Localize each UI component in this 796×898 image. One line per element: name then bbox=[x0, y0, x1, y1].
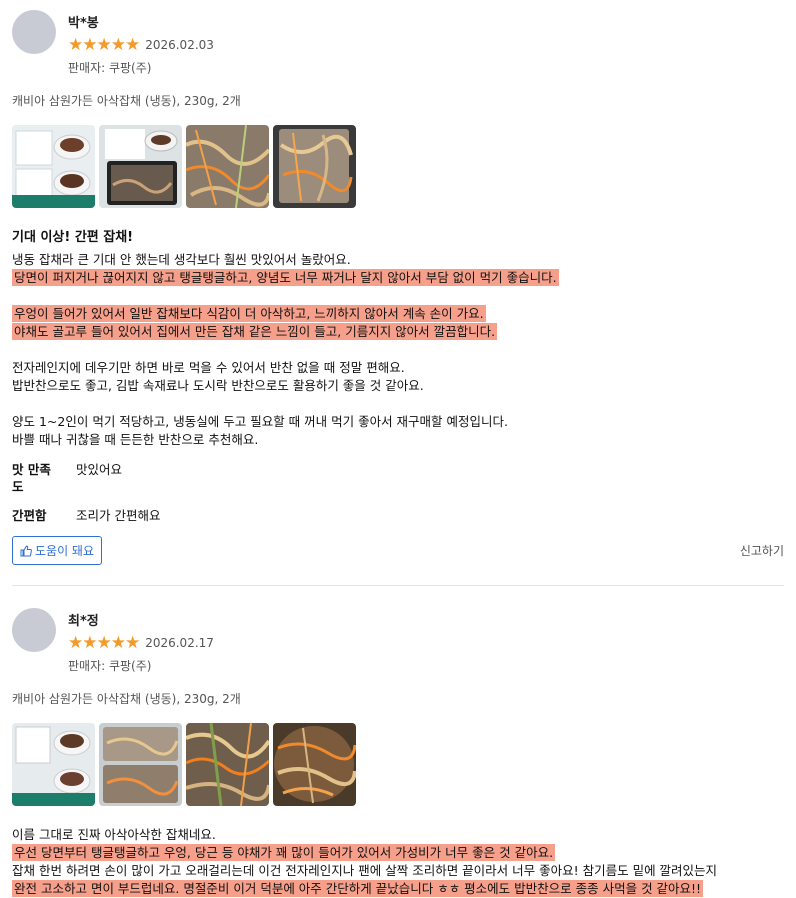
seller-label: 판매자: 쿠팡(주) bbox=[68, 659, 152, 673]
review-line: 전자레인지에 데우기만 하면 바로 먹을 수 있어서 반찬 없을 때 정말 편해… bbox=[12, 360, 405, 375]
attribute-value: 조리가 간편해요 bbox=[76, 508, 161, 523]
review-line-highlighted: 야채도 골고루 들어 있어서 집에서 만든 잡채 같은 느낌이 들고, 기름지지… bbox=[12, 323, 498, 340]
helpful-button[interactable]: 도움이 돼요 bbox=[12, 536, 103, 565]
reviewer-name: 최*정 bbox=[68, 614, 99, 629]
avatar bbox=[12, 608, 56, 652]
review-body: 이름 그대로 진짜 아삭아삭한 잡채네요. 우선 당면부터 탱글탱글하고 우엉,… bbox=[12, 826, 784, 898]
star-rating: ★★★★★ bbox=[68, 633, 140, 653]
review-title: 기대 이상! 간편 잡채! bbox=[12, 230, 134, 245]
review-photo[interactable] bbox=[12, 723, 95, 806]
review-line: 냉동 잡채라 큰 기대 안 했는데 생각보다 훨씬 맛있어서 놀랐어요. bbox=[12, 252, 351, 267]
thumbs-up-icon bbox=[20, 544, 32, 556]
product-option: 캐비아 삼원가든 아삭잡채 (냉동), 230g, 2개 bbox=[12, 94, 241, 108]
reviewer-name: 박*봉 bbox=[68, 16, 99, 31]
attribute-row: 간편함 조리가 간편해요 bbox=[12, 507, 784, 524]
review-line: 바쁠 때나 귀찮을 때 든든한 반찬으로 추천해요. bbox=[12, 432, 259, 447]
helpful-label: 도움이 돼요 bbox=[35, 544, 95, 558]
attribute-row: 맛 만족도 맛있어요 bbox=[12, 461, 784, 495]
review-photo[interactable] bbox=[273, 723, 356, 806]
review-line-highlighted: 완전 고소하고 면이 부드럽네요. 명절준비 이거 덕분에 아주 간단하게 끝났… bbox=[12, 880, 704, 897]
review-header: 최*정 ★★★★★ 2026.02.17 판매자: 쿠팡(주) bbox=[12, 586, 784, 674]
review-photos bbox=[12, 723, 784, 806]
review-body: 냉동 잡채라 큰 기대 안 했는데 생각보다 훨씬 맛있어서 놀랐어요. 당면이… bbox=[12, 251, 784, 449]
report-link[interactable]: 신고하기 bbox=[740, 542, 784, 559]
review-card: 최*정 ★★★★★ 2026.02.17 판매자: 쿠팡(주) 캐비아 삼원가든… bbox=[0, 586, 796, 898]
review-photos bbox=[12, 125, 784, 208]
review-line-highlighted: 우엉이 들어가 있어서 일반 잡채보다 식감이 더 아삭하고, 느끼하지 않아서… bbox=[12, 305, 486, 322]
review-photo[interactable] bbox=[273, 125, 356, 208]
product-option: 캐비아 삼원가든 아삭잡채 (냉동), 230g, 2개 bbox=[12, 692, 241, 706]
review-attributes: 맛 만족도 맛있어요 간편함 조리가 간편해요 bbox=[12, 461, 784, 524]
review-photo[interactable] bbox=[99, 125, 182, 208]
review-photo[interactable] bbox=[12, 125, 95, 208]
review-date: 2026.02.03 bbox=[145, 38, 214, 52]
attribute-key: 간편함 bbox=[12, 508, 47, 523]
review-line-highlighted: 당면이 퍼지거나 끊어지지 않고 탱글탱글하고, 양념도 너무 짜거나 달지 않… bbox=[12, 269, 559, 286]
star-rating: ★★★★★ bbox=[68, 35, 140, 55]
attribute-value: 맛있어요 bbox=[76, 462, 123, 477]
review-card: 박*봉 ★★★★★ 2026.02.03 판매자: 쿠팡(주) 캐비아 삼원가든… bbox=[0, 0, 796, 586]
review-line: 양도 1~2인이 먹기 적당하고, 냉동실에 두고 필요할 때 꺼내 먹기 좋아… bbox=[12, 414, 509, 429]
review-date: 2026.02.17 bbox=[145, 636, 214, 650]
seller-label: 판매자: 쿠팡(주) bbox=[68, 61, 152, 75]
review-line-highlighted: 우선 당면부터 탱글탱글하고 우엉, 당근 등 야채가 꽤 많이 들어가 있어서… bbox=[12, 844, 556, 861]
review-line: 밥반찬으로도 좋고, 김밥 속재료나 도시락 반찬으로도 활용하기 좋을 것 같… bbox=[12, 378, 424, 393]
review-photo[interactable] bbox=[186, 125, 269, 208]
review-header: 박*봉 ★★★★★ 2026.02.03 판매자: 쿠팡(주) bbox=[12, 0, 784, 76]
review-photo[interactable] bbox=[99, 723, 182, 806]
attribute-key: 맛 만족도 bbox=[12, 462, 51, 494]
avatar bbox=[12, 10, 56, 54]
review-photo[interactable] bbox=[186, 723, 269, 806]
review-line: 잡채 한번 하려면 손이 많이 가고 오래걸리는데 이건 전자레인지나 팬에 살… bbox=[12, 863, 718, 878]
review-line: 이름 그대로 진짜 아삭아삭한 잡채네요. bbox=[12, 827, 216, 842]
